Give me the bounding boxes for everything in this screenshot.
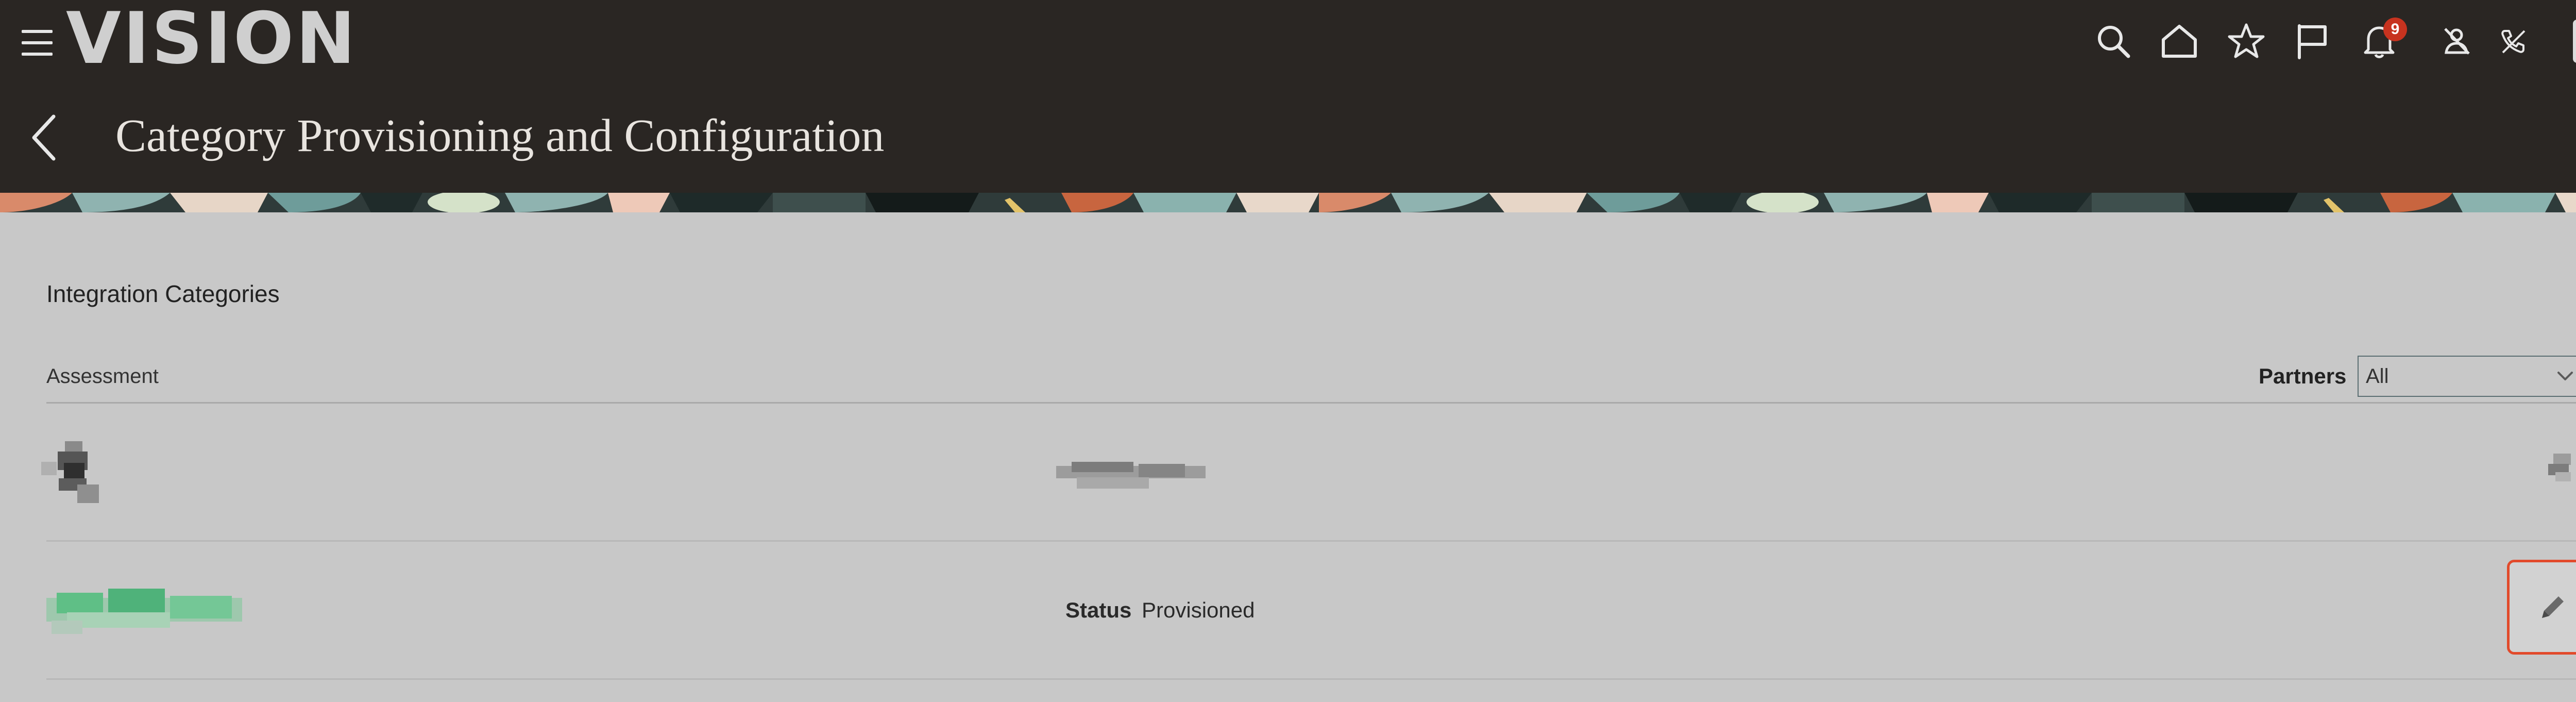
- partners-selected-value: All: [2366, 365, 2389, 388]
- favorites-star-icon[interactable]: [2225, 20, 2268, 63]
- obscured-image: [41, 441, 113, 505]
- hamburger-menu-icon[interactable]: [22, 30, 53, 56]
- accessibility-person-off-icon[interactable]: [2435, 20, 2478, 63]
- app-logo: VISION: [66, 0, 358, 80]
- row-divider: [46, 678, 2576, 680]
- header-divider: [46, 402, 2576, 404]
- edit-button[interactable]: [2507, 560, 2576, 655]
- obscured-category-name: [46, 587, 242, 634]
- partners-filter-label: Partners: [2259, 364, 2347, 388]
- obscured-text: [1056, 459, 1206, 495]
- column-header-assessment: Assessment: [46, 365, 159, 388]
- page-title: Category Provisioning and Configuration: [115, 110, 885, 161]
- search-icon[interactable]: [2092, 20, 2135, 63]
- pencil-icon: [2542, 596, 2564, 618]
- phone-off-icon[interactable]: [2492, 20, 2535, 63]
- chevron-down-icon: [2557, 372, 2573, 380]
- app-header: VISION 9 Category Provisioning and Confi…: [0, 0, 2576, 193]
- back-chevron-icon[interactable]: [27, 109, 63, 166]
- notification-count-badge: 9: [2383, 18, 2407, 41]
- row-divider: [46, 540, 2576, 542]
- section-title: Integration Categories: [46, 280, 280, 307]
- home-icon[interactable]: [2158, 20, 2201, 63]
- obscured-icon: [2548, 454, 2574, 482]
- user-avatar[interactable]: SI: [2573, 20, 2576, 63]
- notifications-bell-icon[interactable]: 9: [2358, 18, 2407, 63]
- decorative-banner: [0, 193, 2576, 212]
- partners-filter-select[interactable]: All: [2358, 356, 2576, 397]
- status-label: Status: [1065, 598, 1132, 622]
- status-value: Provisioned: [1142, 598, 1255, 622]
- global-toolbar: 9 SI: [2092, 18, 2576, 63]
- watchlist-flag-icon[interactable]: [2291, 20, 2334, 63]
